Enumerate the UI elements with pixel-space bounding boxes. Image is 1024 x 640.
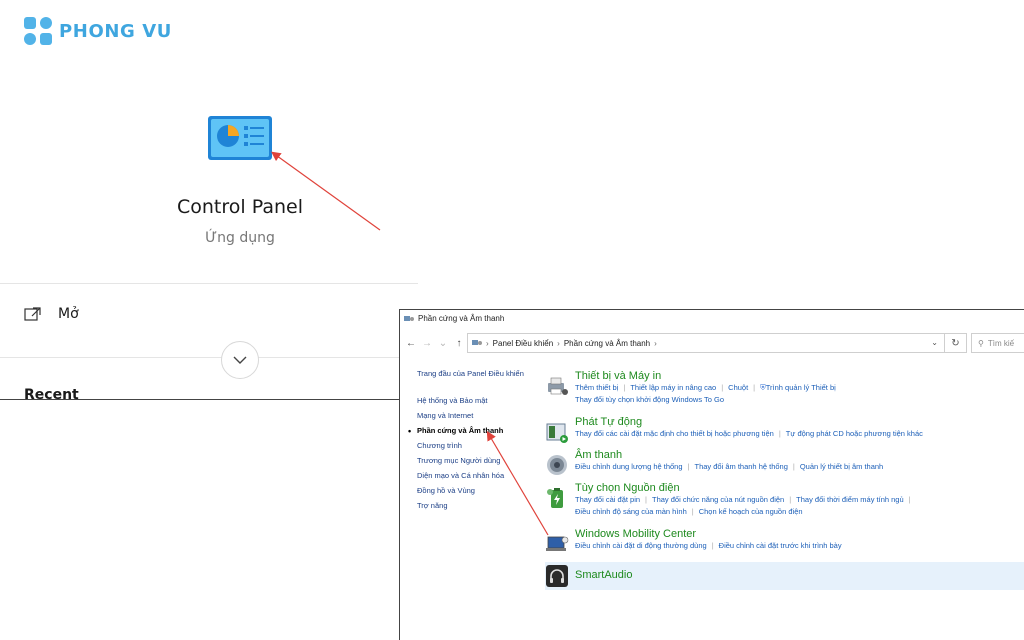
sidebar-item-programs[interactable]: Chương trình: [417, 441, 547, 456]
open-external-icon: [24, 307, 41, 321]
link-adjust-brightness[interactable]: Điều chỉnh độ sáng của màn hình: [575, 507, 687, 516]
autoplay-icon: [546, 423, 568, 443]
category-mobility-center: Windows Mobility Center Điều chỉnh cài đ…: [545, 528, 1024, 564]
category-power-options: Tùy chọn Nguồn điện Thay đổi cài đặt pin…: [545, 482, 1024, 528]
breadcrumb-separator: ›: [486, 338, 489, 348]
control-panel-window: Phần cứng và Âm thanh ← → ⌄ ↑ › Panel Đi…: [399, 309, 1024, 640]
link-device-manager[interactable]: ⛨Trình quản lý Thiết bị: [760, 383, 836, 392]
address-bar[interactable]: › Panel Điều khiển › Phần cứng và Âm tha…: [467, 333, 945, 353]
window-titlebar: Phần cứng và Âm thanh: [404, 314, 504, 323]
sidebar-item-network[interactable]: Mạng và Internet: [417, 411, 547, 426]
link-mobility-settings[interactable]: Điều chỉnh cài đặt di động thường dùng: [575, 541, 707, 550]
control-panel-app-icon[interactable]: [206, 114, 274, 162]
link-sleep-time[interactable]: Thay đổi thời điểm máy tính ngủ: [796, 495, 903, 504]
recent-heading: Recent: [24, 387, 79, 399]
category-sound: Âm thanh Điều chỉnh dung lượng hệ thống |…: [545, 449, 1024, 482]
category-links: Điều chỉnh cài đặt di động thường dùng | Đ…: [575, 541, 842, 550]
sidebar-item-clock-region[interactable]: Đồng hồ và Vùng: [417, 486, 547, 501]
category-links: Thay đổi tùy chọn khởi động Windows To G…: [575, 394, 1024, 406]
battery-icon: [547, 488, 563, 508]
chevron-down-icon: [233, 356, 247, 364]
category-links: Thay đổi các cài đặt mặc định cho thiết …: [575, 429, 923, 438]
crop-border: [0, 399, 400, 400]
sidebar-item-system-security[interactable]: Hệ thống và Bảo mật: [417, 396, 547, 411]
category-title[interactable]: Thiết bị và Máy in: [575, 370, 1024, 382]
sidebar-home-link[interactable]: Trang đầu của Panel Điều khiển: [417, 369, 547, 384]
category-title[interactable]: Âm thanh: [575, 449, 1024, 461]
category-links: Thay đổi cài đặt pin | Thay đổi chức năng …: [575, 495, 911, 504]
link-change-default-settings[interactable]: Thay đổi các cài đặt mặc định cho thiết …: [575, 429, 774, 438]
headphones-icon: [546, 565, 568, 587]
expand-button[interactable]: [221, 341, 259, 379]
divider: [0, 283, 418, 284]
sidebar-item-appearance[interactable]: Diện mạo và Cá nhân hóa: [417, 471, 547, 486]
category-list: Thiết bị và Máy in Thêm thiết bị | Thiết l…: [545, 370, 1024, 590]
history-chevron-icon[interactable]: ⌄: [438, 338, 448, 349]
sidebar-item-user-accounts[interactable]: Trương mục Người dùng: [417, 456, 547, 471]
window-title: Phần cứng và Âm thanh: [418, 314, 505, 323]
category-title[interactable]: Windows Mobility Center: [575, 528, 1024, 540]
sidebar-item-hardware-sound[interactable]: Phần cứng và Âm thanh: [408, 426, 547, 441]
speaker-icon: [547, 455, 567, 475]
category-devices-printers: Thiết bị và Máy in Thêm thiết bị | Thiết l…: [545, 370, 1024, 411]
sidebar: Trang đầu của Panel Điều khiển Hệ thống …: [408, 369, 547, 516]
category-links: Điều chỉnh độ sáng của màn hình | Chọn kế …: [575, 507, 803, 516]
address-dropdown-icon[interactable]: ⌄: [931, 338, 938, 347]
link-mouse[interactable]: Chuột: [728, 383, 748, 392]
sidebar-item-ease-of-access[interactable]: Trợ năng: [417, 501, 547, 516]
category-links: Thêm thiết bị | Thiết lập máy in nâng cao |…: [575, 383, 836, 392]
link-change-system-sounds[interactable]: Thay đổi âm thanh hệ thống: [694, 462, 787, 471]
hardware-sound-icon: [404, 316, 414, 321]
breadcrumb-separator: ›: [557, 338, 560, 348]
link-autoplay-cd[interactable]: Tự động phát CD hoặc phương tiện khác: [786, 429, 923, 438]
breadcrumb-hardware-sound[interactable]: Phần cứng và Âm thanh: [564, 339, 650, 348]
link-windows-to-go[interactable]: Thay đổi tùy chọn khởi động Windows To G…: [575, 395, 724, 404]
open-app-button[interactable]: Mở: [24, 306, 79, 322]
category-links: Điều chỉnh dung lượng hệ thống | Thay đổi …: [575, 462, 884, 471]
brand-mark-icon: [24, 17, 52, 45]
back-arrow-icon[interactable]: ←: [406, 338, 416, 349]
breadcrumb-control-panel[interactable]: Panel Điều khiển: [493, 339, 553, 348]
open-label: Mở: [58, 306, 79, 322]
refresh-icon: ↻: [951, 337, 960, 349]
category-smartaudio[interactable]: SmartAudio: [545, 562, 1024, 590]
arrow-to-control-panel-icon: [271, 151, 381, 231]
link-presentation-settings[interactable]: Điều chỉnh cài đặt trước khi trình bày: [719, 541, 842, 550]
app-name: Control Panel: [177, 196, 303, 218]
up-arrow-icon[interactable]: ↑: [454, 338, 464, 349]
breadcrumb-separator: ›: [654, 338, 657, 348]
search-box[interactable]: ⚲ Tìm kiế: [971, 333, 1024, 353]
control-panel-small-icon: [472, 340, 482, 345]
forward-arrow-icon[interactable]: →: [422, 338, 432, 349]
navigation-bar: ← → ⌄ ↑ › Panel Điều khiển › Phần cứng v…: [400, 331, 1024, 355]
category-title[interactable]: Tùy chọn Nguồn điện: [575, 482, 1024, 494]
printer-icon: [548, 377, 568, 395]
search-placeholder: Tìm kiế: [987, 338, 1015, 348]
search-icon: ⚲: [978, 338, 984, 348]
category-autoplay: Phát Tự động Thay đổi các cài đặt mặc đị…: [545, 416, 1024, 449]
mobility-icon: [546, 536, 569, 551]
brand-name: PHONG VU: [59, 20, 173, 42]
refresh-button[interactable]: ↻: [945, 333, 967, 353]
category-title[interactable]: Phát Tự động: [575, 416, 1024, 428]
link-advanced-printer-setup[interactable]: Thiết lập máy in nâng cao: [630, 383, 716, 392]
divider: [0, 357, 418, 358]
link-power-button-function[interactable]: Thay đổi chức năng của nút nguồn điện: [652, 495, 784, 504]
link-manage-audio-devices[interactable]: Quản lý thiết bị âm thanh: [800, 462, 883, 471]
screenshot-stage: PHONG VU Control Panel Ứng dụng Mở Recen…: [0, 0, 1024, 640]
link-adjust-volume[interactable]: Điều chỉnh dung lượng hệ thống: [575, 462, 683, 471]
category-title[interactable]: SmartAudio: [575, 569, 1024, 581]
brand-logo: PHONG VU: [24, 17, 172, 45]
link-change-battery-settings[interactable]: Thay đổi cài đặt pin: [575, 495, 640, 504]
link-add-device[interactable]: Thêm thiết bị: [575, 383, 618, 392]
app-type: Ứng dụng: [205, 230, 275, 246]
link-choose-power-plan[interactable]: Chọn kế hoạch của nguồn điện: [699, 507, 803, 516]
